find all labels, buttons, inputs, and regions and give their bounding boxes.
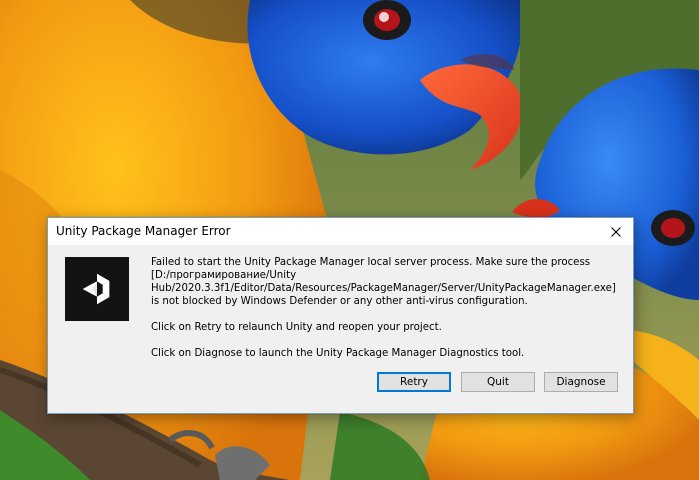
- error-dialog: Unity Package Manager Error Failed to st…: [47, 217, 634, 414]
- message-line: [D:/програмирование/Unity: [151, 270, 297, 281]
- retry-button[interactable]: Retry: [377, 372, 451, 392]
- dialog-title: Unity Package Manager Error: [56, 224, 231, 238]
- diagnose-button[interactable]: Diagnose: [544, 372, 618, 392]
- close-icon: [611, 226, 621, 237]
- quit-button[interactable]: Quit: [461, 372, 535, 392]
- diagnose-hint: Click on Diagnose to launch the Unity Pa…: [151, 348, 525, 359]
- message-line: Hub/2020.3.3f1/Editor/Data/Resources/Pac…: [151, 283, 616, 294]
- retry-hint: Click on Retry to relaunch Unity and reo…: [151, 322, 442, 333]
- close-button[interactable]: [599, 218, 633, 245]
- error-message: Failed to start the Unity Package Manage…: [151, 256, 621, 360]
- message-line: Failed to start the Unity Package Manage…: [151, 257, 591, 268]
- unity-logo-icon: [65, 257, 129, 321]
- dialog-content: Failed to start the Unity Package Manage…: [48, 245, 633, 413]
- message-line: is not blocked by Windows Defender or an…: [151, 296, 528, 307]
- title-bar[interactable]: Unity Package Manager Error: [48, 218, 633, 245]
